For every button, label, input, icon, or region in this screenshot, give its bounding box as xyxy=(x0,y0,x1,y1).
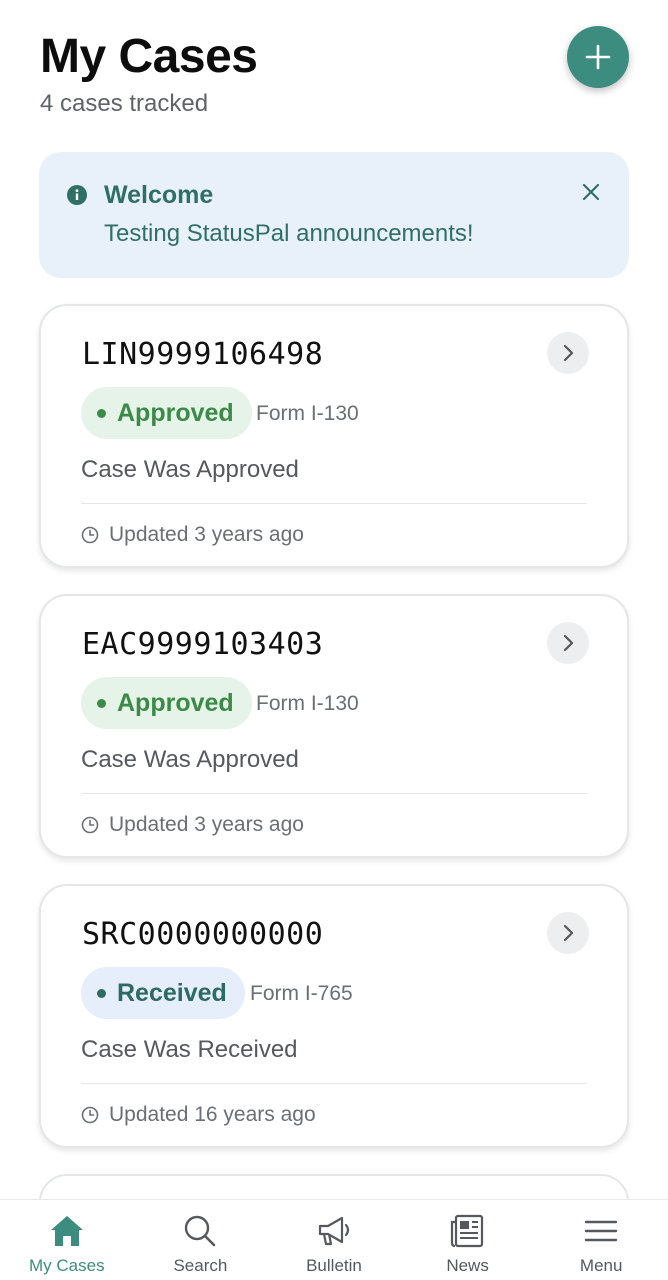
tab-label: My Cases xyxy=(29,1256,105,1275)
status-label: Received xyxy=(117,978,227,1007)
banner-title: Welcome xyxy=(104,181,214,209)
chevron-right-icon xyxy=(563,634,574,652)
page-title: My Cases xyxy=(40,30,258,83)
newspaper-icon xyxy=(450,1214,483,1248)
chevron-right-icon xyxy=(563,924,574,942)
tab-my-cases[interactable]: My Cases xyxy=(0,1200,134,1280)
announcement-banner: Welcome Testing StatusPal announcements! xyxy=(39,152,629,278)
plus-icon xyxy=(585,44,611,70)
divider xyxy=(81,503,587,504)
tab-label: Search xyxy=(173,1256,228,1275)
divider xyxy=(81,1083,587,1084)
form-type: Form I-765 xyxy=(250,982,353,1005)
tab-menu[interactable]: Menu xyxy=(534,1200,668,1280)
form-type: Form I-130 xyxy=(256,402,359,425)
close-icon[interactable] xyxy=(581,182,601,202)
status-badge: Approved xyxy=(81,677,252,729)
open-case-button[interactable] xyxy=(547,912,589,954)
home-icon xyxy=(50,1216,83,1246)
case-status-text: Case Was Received xyxy=(81,1036,298,1063)
tab-label: News xyxy=(446,1256,489,1275)
tab-label: Menu xyxy=(579,1256,623,1275)
status-dot xyxy=(97,408,106,418)
megaphone-icon xyxy=(318,1216,350,1246)
menu-icon xyxy=(584,1220,618,1242)
status-badge: Received xyxy=(81,967,245,1019)
clock-icon xyxy=(81,526,99,544)
case-number: EAC9999103403 xyxy=(82,627,324,662)
info-icon xyxy=(67,185,87,205)
case-card[interactable]: SRC0000000000 Received Form I-765 Case W… xyxy=(39,884,629,1148)
updated-label: Updated 16 years ago xyxy=(109,1103,316,1126)
status-dot xyxy=(97,698,106,708)
updated-time: Updated 3 years ago xyxy=(81,813,304,837)
chevron-right-icon xyxy=(563,344,574,362)
case-status-text: Case Was Approved xyxy=(81,746,299,773)
case-card[interactable]: EAC9999103403 Approved Form I-130 Case W… xyxy=(39,594,629,858)
tab-news[interactable]: News xyxy=(401,1200,535,1280)
updated-time: Updated 16 years ago xyxy=(81,1103,316,1127)
status-label: Approved xyxy=(117,688,234,717)
banner-text: Testing StatusPal announcements! xyxy=(104,220,474,247)
status-label: Approved xyxy=(117,398,234,427)
clock-icon xyxy=(81,816,99,834)
clock-icon xyxy=(81,1106,99,1124)
cases-count: 4 cases tracked xyxy=(40,90,209,117)
search-icon xyxy=(185,1215,216,1247)
case-number: SRC0000000000 xyxy=(82,917,324,952)
updated-time: Updated 3 years ago xyxy=(81,523,304,547)
open-case-button[interactable] xyxy=(547,622,589,664)
case-status-text: Case Was Approved xyxy=(81,456,299,483)
open-case-button[interactable] xyxy=(547,332,589,374)
updated-label: Updated 3 years ago xyxy=(109,523,304,546)
tab-search[interactable]: Search xyxy=(134,1200,268,1280)
page-header: My Cases 4 cases tracked xyxy=(40,28,258,118)
bottom-tab-bar: My Cases Search Bulletin News Menu xyxy=(0,1199,668,1280)
status-badge: Approved xyxy=(81,387,252,439)
tab-label: Bulletin xyxy=(306,1256,362,1275)
case-number: LIN9999106498 xyxy=(82,337,324,372)
divider xyxy=(81,793,587,794)
form-type: Form I-130 xyxy=(256,692,359,715)
status-dot xyxy=(97,988,106,998)
tab-bulletin[interactable]: Bulletin xyxy=(267,1200,401,1280)
updated-label: Updated 3 years ago xyxy=(109,813,304,836)
case-card[interactable]: LIN9999106498 Approved Form I-130 Case W… xyxy=(39,304,629,568)
add-case-button[interactable] xyxy=(567,26,629,88)
